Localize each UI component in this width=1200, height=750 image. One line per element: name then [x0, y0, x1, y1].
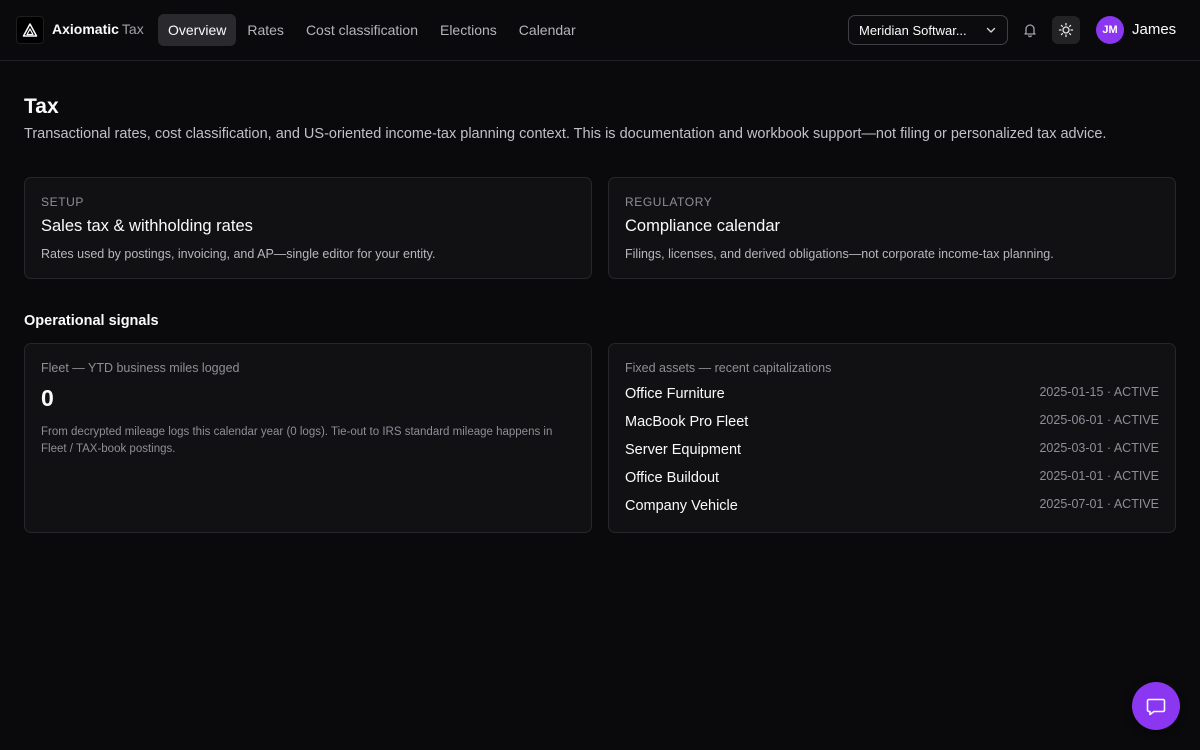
asset-row[interactable]: Office Buildout 2025-01-01 · ACTIVE	[625, 469, 1159, 489]
user-name[interactable]: James	[1132, 21, 1176, 38]
sales-tax-rates-card[interactable]: SETUP Sales tax & withholding rates Rate…	[24, 177, 592, 279]
fleet-note: From decrypted mileage logs this calenda…	[41, 426, 553, 455]
asset-row[interactable]: Office Furniture 2025-01-15 · ACTIVE	[625, 385, 1159, 405]
organization-select-value: Meridian Softwar...	[859, 22, 967, 38]
card-eyebrow: REGULATORY	[625, 195, 713, 209]
chat-button[interactable]	[1132, 682, 1180, 730]
nav-elections[interactable]: Elections	[429, 14, 508, 46]
fleet-label: Fleet — YTD business miles logged	[41, 361, 240, 375]
fleet-miles-card: Fleet — YTD business miles logged 0 From…	[24, 343, 592, 533]
fleet-miles-value: 0	[41, 385, 54, 411]
chevron-down-icon	[986, 27, 996, 33]
card-title: Sales tax & withholding rates	[41, 217, 253, 235]
top-navigation-bar: Axiomatic Tax Overview Rates Cost classif…	[0, 0, 1200, 61]
nav-calendar[interactable]: Calendar	[508, 14, 587, 46]
asset-meta: 2025-01-01 · ACTIVE	[1039, 469, 1159, 483]
asset-name: Company Vehicle	[625, 498, 738, 514]
user-avatar[interactable]: JM	[1096, 16, 1124, 44]
main-nav: Overview Rates Cost classification Elect…	[158, 14, 587, 46]
brand-title: Axiomatic	[52, 21, 119, 37]
sun-icon	[1058, 22, 1074, 38]
section-title: Operational signals	[24, 313, 159, 329]
brand-name[interactable]: Axiomatic Tax	[52, 21, 144, 37]
page-description: Transactional rates, cost classification…	[24, 126, 1107, 142]
asset-meta: 2025-01-15 · ACTIVE	[1039, 385, 1159, 399]
card-eyebrow: SETUP	[41, 195, 85, 209]
fixed-assets-card: Fixed assets — recent capitalizations Of…	[608, 343, 1176, 533]
nav-rates[interactable]: Rates	[236, 14, 295, 46]
asset-row[interactable]: Company Vehicle 2025-07-01 · ACTIVE	[625, 497, 1159, 517]
page-title: Tax	[24, 95, 59, 118]
asset-name: Office Furniture	[625, 386, 725, 402]
fixed-assets-label: Fixed assets — recent capitalizations	[625, 361, 832, 375]
nav-cost-classification[interactable]: Cost classification	[295, 14, 429, 46]
notifications-button[interactable]	[1018, 18, 1042, 42]
logo[interactable]	[16, 16, 44, 44]
brand-module: Tax	[121, 21, 144, 37]
theme-toggle-button[interactable]	[1052, 16, 1080, 44]
asset-row[interactable]: Server Equipment 2025-03-01 · ACTIVE	[625, 441, 1159, 461]
chat-bubble-icon	[1146, 698, 1166, 716]
card-title: Compliance calendar	[625, 217, 781, 235]
asset-meta: 2025-03-01 · ACTIVE	[1039, 441, 1159, 455]
asset-meta: 2025-07-01 · ACTIVE	[1039, 497, 1159, 511]
card-description: Filings, licenses, and derived obligatio…	[625, 247, 1054, 261]
compliance-calendar-card[interactable]: REGULATORY Compliance calendar Filings, …	[608, 177, 1176, 279]
asset-name: Office Buildout	[625, 470, 720, 486]
bell-icon	[1024, 24, 1036, 38]
organization-select[interactable]: Meridian Softwar...	[848, 15, 1008, 45]
triangle-logo-icon	[22, 23, 38, 37]
card-description: Rates used by postings, invoicing, and A…	[41, 247, 436, 261]
asset-row[interactable]: MacBook Pro Fleet 2025-06-01 · ACTIVE	[625, 413, 1159, 433]
asset-name: MacBook Pro Fleet	[625, 414, 749, 430]
asset-meta: 2025-06-01 · ACTIVE	[1039, 413, 1159, 427]
asset-name: Server Equipment	[625, 442, 742, 458]
nav-overview[interactable]: Overview	[158, 14, 237, 46]
